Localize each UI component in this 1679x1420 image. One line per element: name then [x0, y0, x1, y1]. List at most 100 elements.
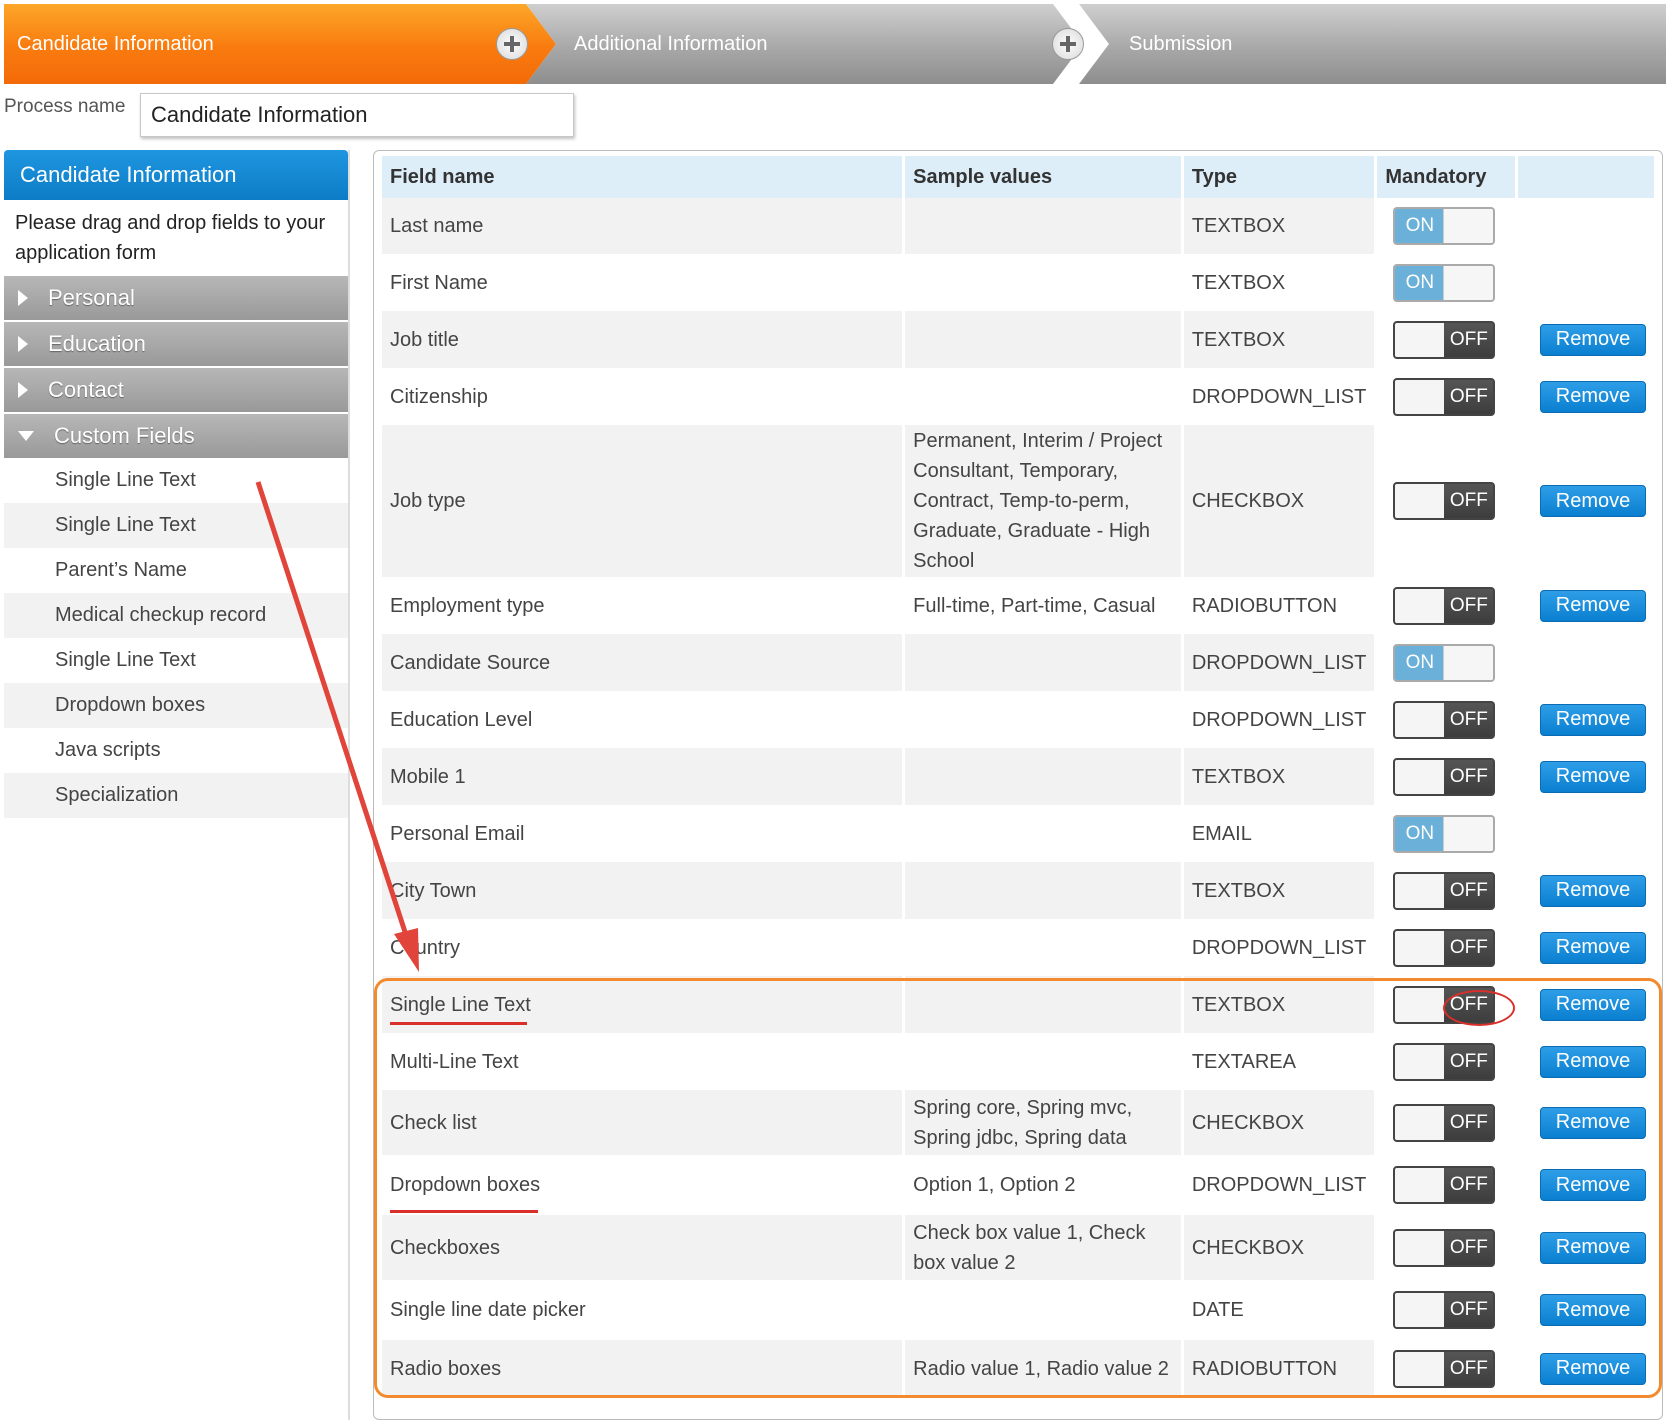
sample-values-cell: Check box value 1, Check box value 2	[905, 1215, 1181, 1280]
remove-button[interactable]: Remove	[1540, 1294, 1646, 1326]
table-row: Single line date picker DATE OFF Remove	[382, 1280, 1654, 1340]
field-name-cell: Candidate Source	[382, 634, 903, 691]
mandatory-toggle[interactable]: OFF	[1393, 1291, 1496, 1329]
custom-field-item[interactable]: Dropdown boxes	[4, 683, 348, 728]
mandatory-cell: OFF	[1377, 1033, 1515, 1090]
custom-field-item[interactable]: Single Line Text	[4, 503, 348, 548]
remove-button[interactable]: Remove	[1540, 589, 1646, 622]
toggle-knob	[1395, 588, 1446, 623]
mandatory-toggle[interactable]: OFF	[1393, 320, 1496, 359]
remove-button[interactable]: Remove	[1540, 1352, 1646, 1385]
step-additional-information[interactable]: Additional Information	[526, 4, 1083, 84]
category-contact[interactable]: Contact	[4, 368, 348, 412]
toggle-off-label: OFF	[1444, 1044, 1494, 1079]
process-name-label: Process name	[4, 96, 126, 117]
remove-button[interactable]: Remove	[1540, 1045, 1646, 1078]
mandatory-toggle[interactable]: OFF	[1393, 1349, 1496, 1388]
actions-cell: Remove	[1518, 862, 1654, 919]
custom-field-item[interactable]: Medical checkup record	[4, 593, 348, 638]
toggle-knob	[1395, 702, 1446, 737]
type-cell: CHECKBOX	[1183, 425, 1375, 577]
table-row: Mobile 1 TEXTBOX OFF Remove	[382, 748, 1654, 805]
mandatory-cell: OFF	[1377, 862, 1515, 919]
field-name-cell: Radio boxes	[382, 1340, 903, 1397]
mandatory-toggle[interactable]: OFF	[1393, 1103, 1496, 1142]
mandatory-cell: OFF	[1377, 919, 1515, 976]
table-row: Education Level DROPDOWN_LIST OFF Remove	[382, 691, 1654, 748]
field-name-cell: Last name	[382, 198, 903, 254]
custom-field-item[interactable]: Single Line Text	[4, 638, 348, 683]
mandatory-toggle[interactable]: ON	[1393, 263, 1496, 302]
mandatory-cell: OFF	[1377, 425, 1515, 577]
custom-field-item[interactable]: Single Line Text	[4, 458, 348, 503]
remove-button[interactable]: Remove	[1540, 760, 1646, 793]
mandatory-toggle[interactable]: OFF	[1393, 700, 1496, 739]
remove-button[interactable]: Remove	[1540, 703, 1646, 736]
toggle-knob	[1443, 816, 1494, 851]
field-name-cell: Check list	[382, 1090, 903, 1155]
mandatory-cell: ON	[1377, 634, 1515, 691]
toggle-knob	[1395, 379, 1446, 414]
remove-button[interactable]: Remove	[1540, 931, 1646, 964]
actions-cell: Remove	[1518, 1033, 1654, 1090]
remove-button[interactable]: Remove	[1540, 874, 1646, 907]
step-candidate-information[interactable]: Candidate Information	[4, 4, 556, 84]
mandatory-toggle[interactable]: ON	[1393, 207, 1496, 245]
toggle-off-label: OFF	[1444, 930, 1494, 965]
remove-button[interactable]: Remove	[1540, 485, 1646, 517]
mandatory-toggle[interactable]: ON	[1393, 643, 1496, 682]
mandatory-cell: ON	[1377, 254, 1515, 311]
remove-button[interactable]: Remove	[1540, 1231, 1646, 1264]
toggle-knob	[1395, 484, 1446, 518]
remove-button[interactable]: Remove	[1540, 1106, 1646, 1139]
mandatory-toggle[interactable]: ON	[1393, 814, 1496, 853]
category-education[interactable]: Education	[4, 322, 348, 366]
caret-down-icon	[18, 431, 34, 441]
mandatory-toggle[interactable]: OFF	[1393, 871, 1496, 910]
remove-button[interactable]: Remove	[1540, 988, 1646, 1021]
step-submission[interactable]: Submission	[1079, 4, 1666, 84]
type-cell: DROPDOWN_LIST	[1191, 936, 1367, 959]
actions-cell: Remove	[1518, 577, 1654, 634]
mandatory-toggle[interactable]: OFF	[1393, 1042, 1496, 1081]
toggle-off-label: OFF	[1444, 702, 1494, 737]
mandatory-cell: OFF	[1377, 1090, 1515, 1155]
column-header-actions	[1518, 156, 1654, 198]
process-name-input[interactable]	[140, 93, 574, 137]
step-label: Submission	[1129, 32, 1233, 55]
field-name-cell: Dropdown boxes	[390, 1174, 541, 1196]
toggle-knob	[1395, 1105, 1446, 1140]
mandatory-toggle[interactable]: OFF	[1393, 757, 1496, 796]
toggle-on-label: ON	[1395, 816, 1445, 851]
toggle-knob	[1395, 873, 1446, 908]
custom-field-item[interactable]: Specialization	[4, 773, 348, 818]
actions-cell: Remove	[1518, 919, 1654, 976]
plus-circle-icon[interactable]	[1052, 28, 1084, 60]
category-personal[interactable]: Personal	[4, 276, 348, 320]
mandatory-toggle[interactable]: OFF	[1393, 586, 1496, 625]
mandatory-toggle[interactable]: OFF	[1393, 928, 1496, 967]
actions-cell	[1518, 805, 1654, 862]
mandatory-toggle[interactable]: OFF	[1393, 1166, 1496, 1204]
sample-values-cell	[905, 254, 1181, 311]
actions-cell: Remove	[1518, 748, 1654, 805]
actions-cell: Remove	[1518, 1340, 1654, 1397]
mandatory-toggle[interactable]: OFF	[1393, 1228, 1496, 1267]
sample-values-cell	[905, 805, 1181, 862]
remove-button[interactable]: Remove	[1540, 380, 1646, 413]
custom-field-item[interactable]: Parent’s Name	[4, 548, 348, 593]
category-label: Personal	[48, 285, 135, 310]
column-header-sample-values: Sample values	[905, 156, 1181, 198]
sample-values-cell	[905, 1280, 1181, 1340]
toggle-on-label: ON	[1395, 265, 1445, 300]
category-custom-fields[interactable]: Custom Fields	[4, 414, 348, 458]
remove-button[interactable]: Remove	[1540, 323, 1646, 356]
toggle-off-label: OFF	[1444, 873, 1494, 908]
remove-button[interactable]: Remove	[1540, 1169, 1646, 1201]
toggle-knob	[1395, 1230, 1446, 1265]
plus-circle-icon[interactable]	[496, 28, 528, 60]
mandatory-toggle[interactable]: OFF	[1393, 377, 1496, 416]
sample-values-cell	[905, 1033, 1181, 1090]
mandatory-toggle[interactable]: OFF	[1393, 482, 1496, 520]
custom-field-item[interactable]: Java scripts	[4, 728, 348, 773]
